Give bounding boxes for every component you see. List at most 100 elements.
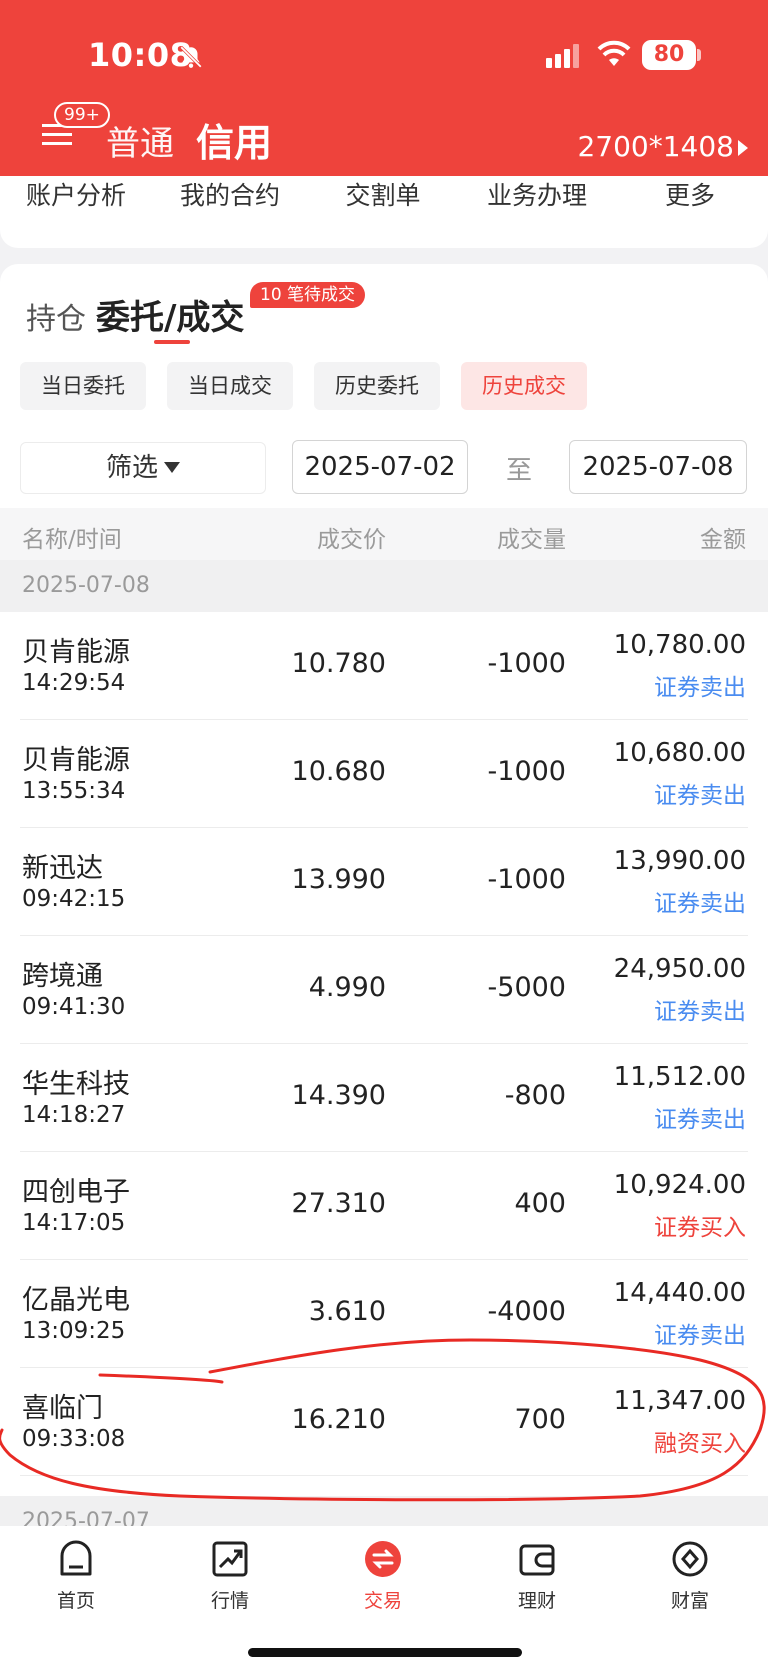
tab-credit-account[interactable]: 信用 [196,112,272,167]
battery-indicator: 80 [642,40,696,70]
tab-holdings[interactable]: 持仓 [26,294,86,338]
date-to-label: 至 [506,456,533,486]
chart-icon [212,1541,248,1577]
nav-wealth[interactable]: 财富 [640,1538,740,1613]
quick-business[interactable]: 业务办理 [467,176,607,212]
trade-price: 10.780 [291,648,386,679]
trade-price: 14.390 [291,1080,386,1111]
trade-time: 14:29:54 [22,670,126,696]
message-badge: 99+ [54,102,110,128]
screen-dropdown[interactable]: 筛选 [20,442,266,494]
nav-market[interactable]: 行情 [180,1538,280,1613]
trade-time: 14:17:05 [22,1210,126,1236]
trade-time: 09:42:15 [22,886,126,912]
trade-price: 10.680 [291,756,386,787]
quick-account-analysis[interactable]: 账户分析 [6,176,146,212]
bottom-nav: 首页 行情 交易 理财 财富 [0,1526,768,1670]
th-price: 成交价 [317,527,386,553]
stock-name: 四创电子 [22,1177,130,1208]
quick-more[interactable]: 更多 [620,176,760,212]
trade-quantity: -1000 [487,864,566,895]
table-row[interactable]: 喜临门 09:33:08 16.210 700 11,347.00 融资买入 [0,1368,768,1476]
trade-amount: 10,924.00 [613,1170,746,1200]
date-from-input[interactable]: 2025-07-02 [292,440,468,494]
trade-price: 3.610 [308,1296,386,1327]
trade-amount: 11,512.00 [613,1062,746,1092]
nav-label: 行情 [210,1590,249,1612]
wallet-icon [519,1544,555,1576]
quick-nav-card: 账户分析 我的合约 交割单 业务办理 更多 [0,176,768,248]
nav-home[interactable]: 首页 [26,1538,126,1613]
trade-price: 13.990 [291,864,386,895]
table-row[interactable]: 贝肯能源 13:55:34 10.680 -1000 10,680.00 证券卖出 [0,720,768,828]
filter-today-entrust[interactable]: 当日委托 [20,362,146,410]
filter-today-deal[interactable]: 当日成交 [167,362,293,410]
th-name-time: 名称/时间 [22,527,122,553]
trade-price: 16.210 [291,1404,386,1435]
filter-history-deal[interactable]: 历史成交 [461,362,587,410]
trade-amount: 10,680.00 [613,738,746,768]
th-qty: 成交量 [497,527,566,553]
trade-type: 证券卖出 [654,783,746,809]
nav-label: 交易 [363,1590,402,1612]
trade-quantity: -1000 [487,756,566,787]
trade-type: 证券卖出 [654,1107,746,1133]
account-number[interactable]: 2700*1408 [577,130,734,163]
table-row[interactable]: 四创电子 14:17:05 27.310 400 10,924.00 证券买入 [0,1152,768,1260]
trade-time: 09:41:30 [22,994,126,1020]
home-icon [60,1540,92,1576]
filter-history-entrust[interactable]: 历史委托 [314,362,440,410]
trade-quantity: 700 [514,1404,566,1435]
trade-price: 4.990 [308,972,386,1003]
trade-type: 证券卖出 [654,999,746,1025]
nav-label: 财富 [670,1590,709,1612]
trade-quantity: -4000 [487,1296,566,1327]
trade-amount: 11,347.00 [613,1386,746,1416]
table-row[interactable]: 亿晶光电 13:09:25 3.610 -4000 14,440.00 证券卖出 [0,1260,768,1368]
trade-time: 14:18:27 [22,1102,126,1128]
stock-name: 贝肯能源 [22,637,130,668]
trade-time: 13:09:25 [22,1318,126,1344]
row-divider [20,1475,748,1476]
battery-nub [697,49,701,61]
tab-entrust-deal[interactable]: 委托/成交 [96,290,244,339]
stock-name: 华生科技 [22,1069,130,1100]
trade-type: 证券买入 [654,1215,746,1241]
nav-label: 首页 [56,1590,95,1612]
trade-type: 融资买入 [654,1431,746,1457]
stock-name: 贝肯能源 [22,745,130,776]
trade-quantity: -5000 [487,972,566,1003]
table-row[interactable]: 新迅达 09:42:15 13.990 -1000 13,990.00 证券卖出 [0,828,768,936]
active-tab-underline [154,340,190,344]
trade-price: 27.310 [291,1188,386,1219]
trade-time: 13:55:34 [22,778,126,804]
home-indicator[interactable] [248,1648,522,1657]
trade-amount: 13,990.00 [613,846,746,876]
quick-my-contracts[interactable]: 我的合约 [160,176,300,212]
table-row[interactable]: 贝肯能源 14:29:54 10.780 -1000 10,780.00 证券卖出 [0,612,768,720]
nav-trade[interactable]: 交易 [333,1538,433,1613]
table-row[interactable]: 华生科技 14:18:27 14.390 -800 11,512.00 证券卖出 [0,1044,768,1152]
account-arrow-icon [738,140,748,156]
table-header: 名称/时间 成交价 成交量 金额 [0,508,768,560]
trade-type: 证券卖出 [654,1323,746,1349]
trade-time: 09:33:08 [22,1426,126,1452]
date-group-header: 2025-07-07 [0,1496,768,1526]
trade-amount: 14,440.00 [613,1278,746,1308]
table-row[interactable]: 跨境通 09:41:30 4.990 -5000 24,950.00 证券卖出 [0,936,768,1044]
bell-muted-icon [180,46,202,68]
stock-name: 喜临门 [22,1393,103,1424]
tab-normal-account[interactable]: 普通 [106,116,174,165]
nav-finance[interactable]: 理财 [487,1538,587,1613]
trade-quantity: -800 [504,1080,566,1111]
stock-name: 新迅达 [22,853,103,884]
trade-type: 证券卖出 [654,675,746,701]
trade-amount: 24,950.00 [613,954,746,984]
th-amount: 金额 [700,527,746,553]
date-to-input[interactable]: 2025-07-08 [569,440,747,494]
status-time: 10:08 [88,36,193,74]
trade-records-card: 持仓 委托/成交 10 笔待成交 当日委托 当日成交 历史委托 历史成交 筛选 … [0,264,768,1526]
stock-name: 亿晶光电 [22,1285,130,1316]
stock-name: 跨境通 [22,961,103,992]
quick-delivery-slip[interactable]: 交割单 [313,176,453,212]
